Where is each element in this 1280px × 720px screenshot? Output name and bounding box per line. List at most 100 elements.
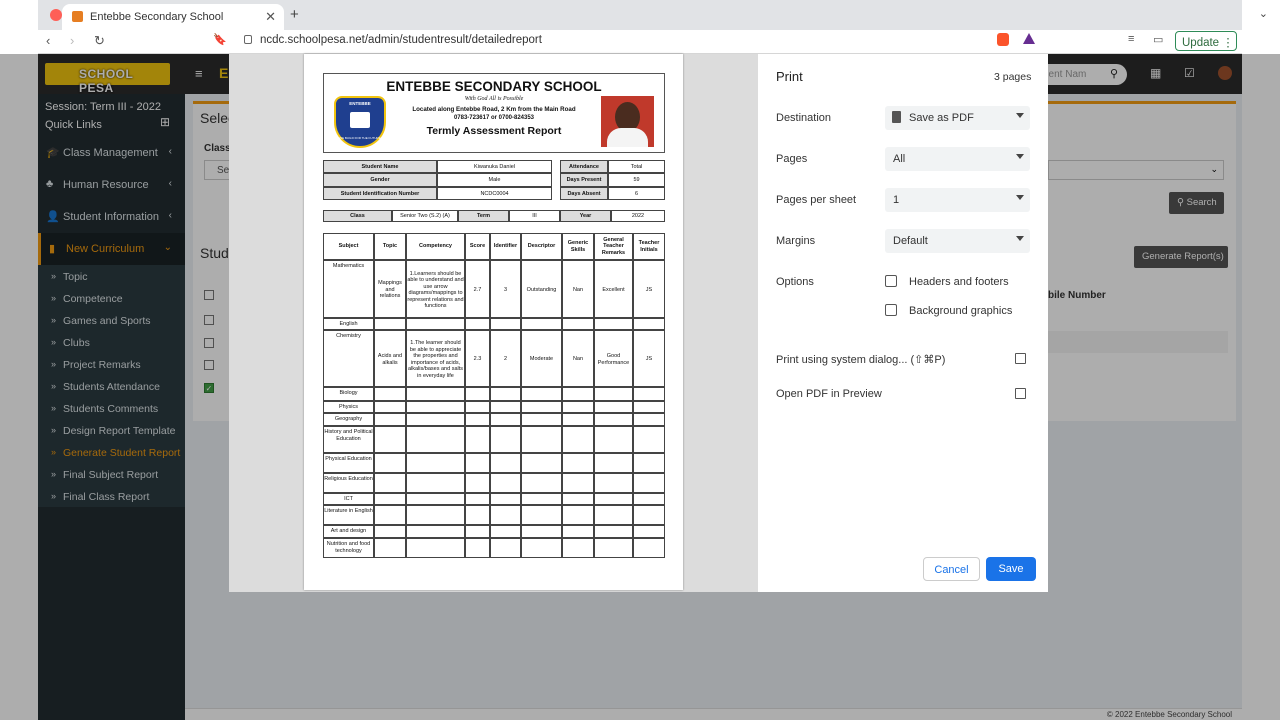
results-cell-initials [633, 538, 665, 558]
results-cell-identifier [490, 538, 521, 558]
results-cell-topic: Mappings and relations [374, 260, 406, 318]
lock-icon [244, 35, 252, 44]
wallet-icon[interactable]: ▭ [1153, 33, 1163, 46]
dropdown-arrow-icon [1016, 113, 1024, 118]
tab-list-chevron-icon[interactable]: ⌄ [1259, 7, 1268, 20]
print-settings-panel [758, 54, 1048, 592]
results-cell-subject: Religious Education [323, 473, 374, 493]
forward-icon[interactable]: › [70, 33, 74, 48]
results-cell-score [465, 387, 490, 401]
back-icon[interactable]: ‹ [46, 33, 50, 48]
class-label-cell: Class [323, 210, 392, 222]
margins-value: Default [893, 235, 928, 247]
results-cell-competency [406, 401, 465, 413]
close-window-button[interactable] [50, 9, 62, 21]
student-id-value: NCDC0004 [437, 187, 552, 200]
system-dialog-link[interactable]: Print using system dialog... (⇧⌘P) [776, 353, 945, 366]
results-cell-topic [374, 453, 406, 473]
results-cell-skills [562, 387, 594, 401]
gender-value: Male [437, 173, 552, 187]
results-cell-remarks [594, 318, 633, 330]
student-id-label: Student Identification Number [323, 187, 437, 200]
days-absent-value: 6 [608, 187, 665, 200]
days-present-value: 59 [608, 173, 665, 187]
results-cell-skills [562, 538, 594, 558]
cancel-button[interactable]: Cancel [923, 557, 980, 581]
results-cell-score [465, 318, 490, 330]
results-cell-score [465, 401, 490, 413]
results-cell-identifier: 3 [490, 260, 521, 318]
results-cell-score [465, 525, 490, 538]
results-cell-score: 2.7 [465, 260, 490, 318]
bookmark-icon[interactable]: 🔖 [213, 33, 227, 46]
results-cell-descriptor [521, 453, 562, 473]
results-cell-remarks [594, 453, 633, 473]
results-cell-skills [562, 401, 594, 413]
results-cell-initials [633, 401, 665, 413]
pages-label: Pages [776, 153, 808, 165]
rewards-icon[interactable] [1023, 33, 1035, 44]
margins-select[interactable]: Default [885, 229, 1030, 253]
results-cell-subject: Literature in English [323, 505, 374, 525]
brave-shield-icon[interactable] [997, 33, 1009, 46]
results-cell-subject: Physics [323, 401, 374, 413]
results-cell-competency [406, 318, 465, 330]
results-cell-identifier [490, 413, 521, 426]
results-cell-descriptor [521, 387, 562, 401]
results-cell-subject: Geography [323, 413, 374, 426]
results-cell-initials [633, 318, 665, 330]
browser-tab[interactable]: Entebbe Secondary School ✕ [62, 4, 284, 30]
results-cell-subject: ICT [323, 493, 374, 505]
results-cell-skills: Nan [562, 330, 594, 387]
results-cell-competency [406, 453, 465, 473]
playlist-icon[interactable]: ≡ [1128, 33, 1134, 45]
term-label-cell: Term [458, 210, 509, 222]
student-name-label: Student Name [323, 160, 437, 173]
results-cell-topic [374, 505, 406, 525]
headers-footers-checkbox[interactable] [885, 275, 897, 287]
term-value-cell: III [509, 210, 560, 222]
gender-label: Gender [323, 173, 437, 187]
open-external-icon[interactable] [1015, 388, 1026, 399]
results-cell-descriptor [521, 493, 562, 505]
results-cell-competency [406, 505, 465, 525]
results-cell-competency [406, 538, 465, 558]
results-cell-initials [633, 413, 665, 426]
results-cell-competency [406, 473, 465, 493]
results-cell-topic [374, 387, 406, 401]
results-cell-remarks [594, 525, 633, 538]
results-cell-descriptor [521, 413, 562, 426]
url-field[interactable]: ncdc.schoolpesa.net/admin/studentresult/… [260, 34, 542, 46]
page-count: 3 pages [994, 71, 1032, 83]
results-cell-descriptor [521, 318, 562, 330]
close-tab-icon[interactable]: ✕ [265, 9, 276, 25]
background-graphics-checkbox[interactable] [885, 304, 897, 316]
results-cell-competency: 1.Learners should be able to understand … [406, 260, 465, 318]
open-pdf-preview-link[interactable]: Open PDF in Preview [776, 388, 882, 400]
results-cell-skills [562, 473, 594, 493]
results-cell-identifier [490, 473, 521, 493]
results-cell-subject: Physical Education [323, 453, 374, 473]
update-button[interactable]: Update ⋮ [1175, 31, 1237, 51]
save-button[interactable]: Save [986, 557, 1036, 581]
dropdown-arrow-icon [1016, 154, 1024, 159]
results-cell-skills [562, 505, 594, 525]
pages-per-sheet-select[interactable]: 1 [885, 188, 1030, 212]
pages-value: All [893, 153, 906, 165]
results-header-cell: Teacher Initials [633, 233, 665, 260]
crest-text: ENTEBBE [349, 101, 371, 106]
results-cell-initials [633, 426, 665, 453]
reload-icon[interactable]: ↻ [94, 33, 105, 49]
results-cell-competency [406, 493, 465, 505]
results-cell-remarks [594, 473, 633, 493]
results-cell-identifier [490, 426, 521, 453]
results-header-cell: Topic [374, 233, 406, 260]
print-preview-page: ENTEBBE SECONDARY SCHOOL With God All is… [304, 54, 683, 590]
results-cell-descriptor [521, 525, 562, 538]
open-external-icon[interactable] [1015, 353, 1026, 364]
new-tab-icon[interactable]: + [290, 6, 299, 23]
margins-label: Margins [776, 235, 816, 247]
destination-select[interactable]: Save as PDF [885, 106, 1030, 130]
pages-select[interactable]: All [885, 147, 1030, 171]
results-cell-score [465, 538, 490, 558]
